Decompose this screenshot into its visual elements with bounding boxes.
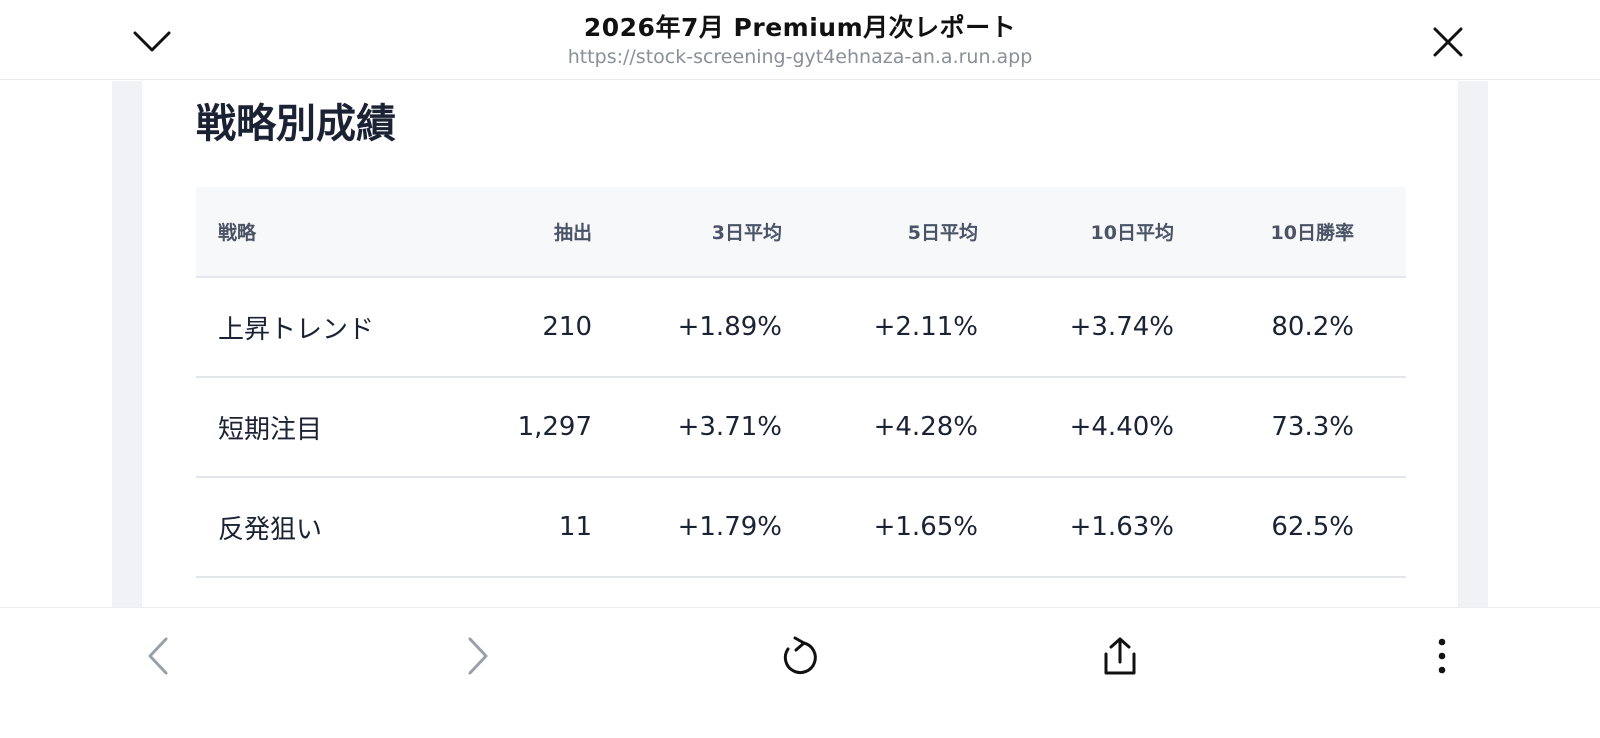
section-title: 戦略別成績 [196,101,396,147]
table-cell: 73.3% [1174,377,1354,478]
column-header: 3日平均 [592,187,782,278]
report-card: 戦略別成績 戦略 抽出 3日平均 5日平均 10日平均 10日勝率 上昇トレンド… [142,81,1458,607]
table-cell: 反発狙い [196,477,416,578]
table-cell: +2.11% [782,277,978,378]
table-cell: +3.71% [592,377,782,478]
web-content[interactable]: 戦略別成績 戦略 抽出 3日平均 5日平均 10日平均 10日勝率 上昇トレンド… [0,81,1600,607]
close-icon[interactable] [1424,18,1472,66]
table-cell: 上昇トレンド [196,277,416,378]
table-header-row: 戦略 抽出 3日平均 5日平均 10日平均 10日勝率 [196,187,1406,278]
strategy-performance-table: 戦略 抽出 3日平均 5日平均 10日平均 10日勝率 上昇トレンド 210 +… [196,187,1406,578]
table-cell: +1.79% [592,477,782,578]
table-cell: 11 [416,477,592,578]
table-cell: +1.65% [782,477,978,578]
table-cell: +1.63% [978,477,1174,578]
browser-header: 2026年7月 Premium月次レポート https://stock-scre… [0,0,1600,80]
column-header: 10日平均 [978,187,1174,278]
table-cell: 62.5% [1174,477,1354,578]
table-cell: +3.74% [978,277,1174,378]
table-cell: +4.28% [782,377,978,478]
table-row: 短期注目 1,297 +3.71% +4.28% +4.40% 73.3% [196,377,1406,478]
column-header: 10日勝率 [1174,187,1354,278]
table-row: 反発狙い 11 +1.79% +1.65% +1.63% 62.5% [196,477,1406,578]
table-cell: +1.89% [592,277,782,378]
column-header: 5日平均 [782,187,978,278]
browser-toolbar [0,607,1600,738]
table-row: 上昇トレンド 210 +1.89% +2.11% +3.74% 80.2% [196,277,1406,378]
share-icon[interactable] [1094,630,1146,682]
column-header: 抽出 [416,187,592,278]
table-cell: 1,297 [416,377,592,478]
page-gutter-left [112,81,142,607]
table-cell: 210 [416,277,592,378]
column-header: 戦略 [196,187,416,278]
page-url: https://stock-screening-gyt4ehnaza-an.a.… [567,46,1033,68]
table-cell: +4.40% [978,377,1174,478]
more-vertical-icon[interactable] [1416,630,1468,682]
chevron-left-icon[interactable] [132,630,184,682]
chevron-right-icon[interactable] [452,630,504,682]
table-cell: 80.2% [1174,277,1354,378]
table-cell: 短期注目 [196,377,416,478]
page-title: 2026年7月 Premium月次レポート [583,13,1017,42]
reload-icon[interactable] [774,630,826,682]
page-gutter-right [1458,81,1488,607]
